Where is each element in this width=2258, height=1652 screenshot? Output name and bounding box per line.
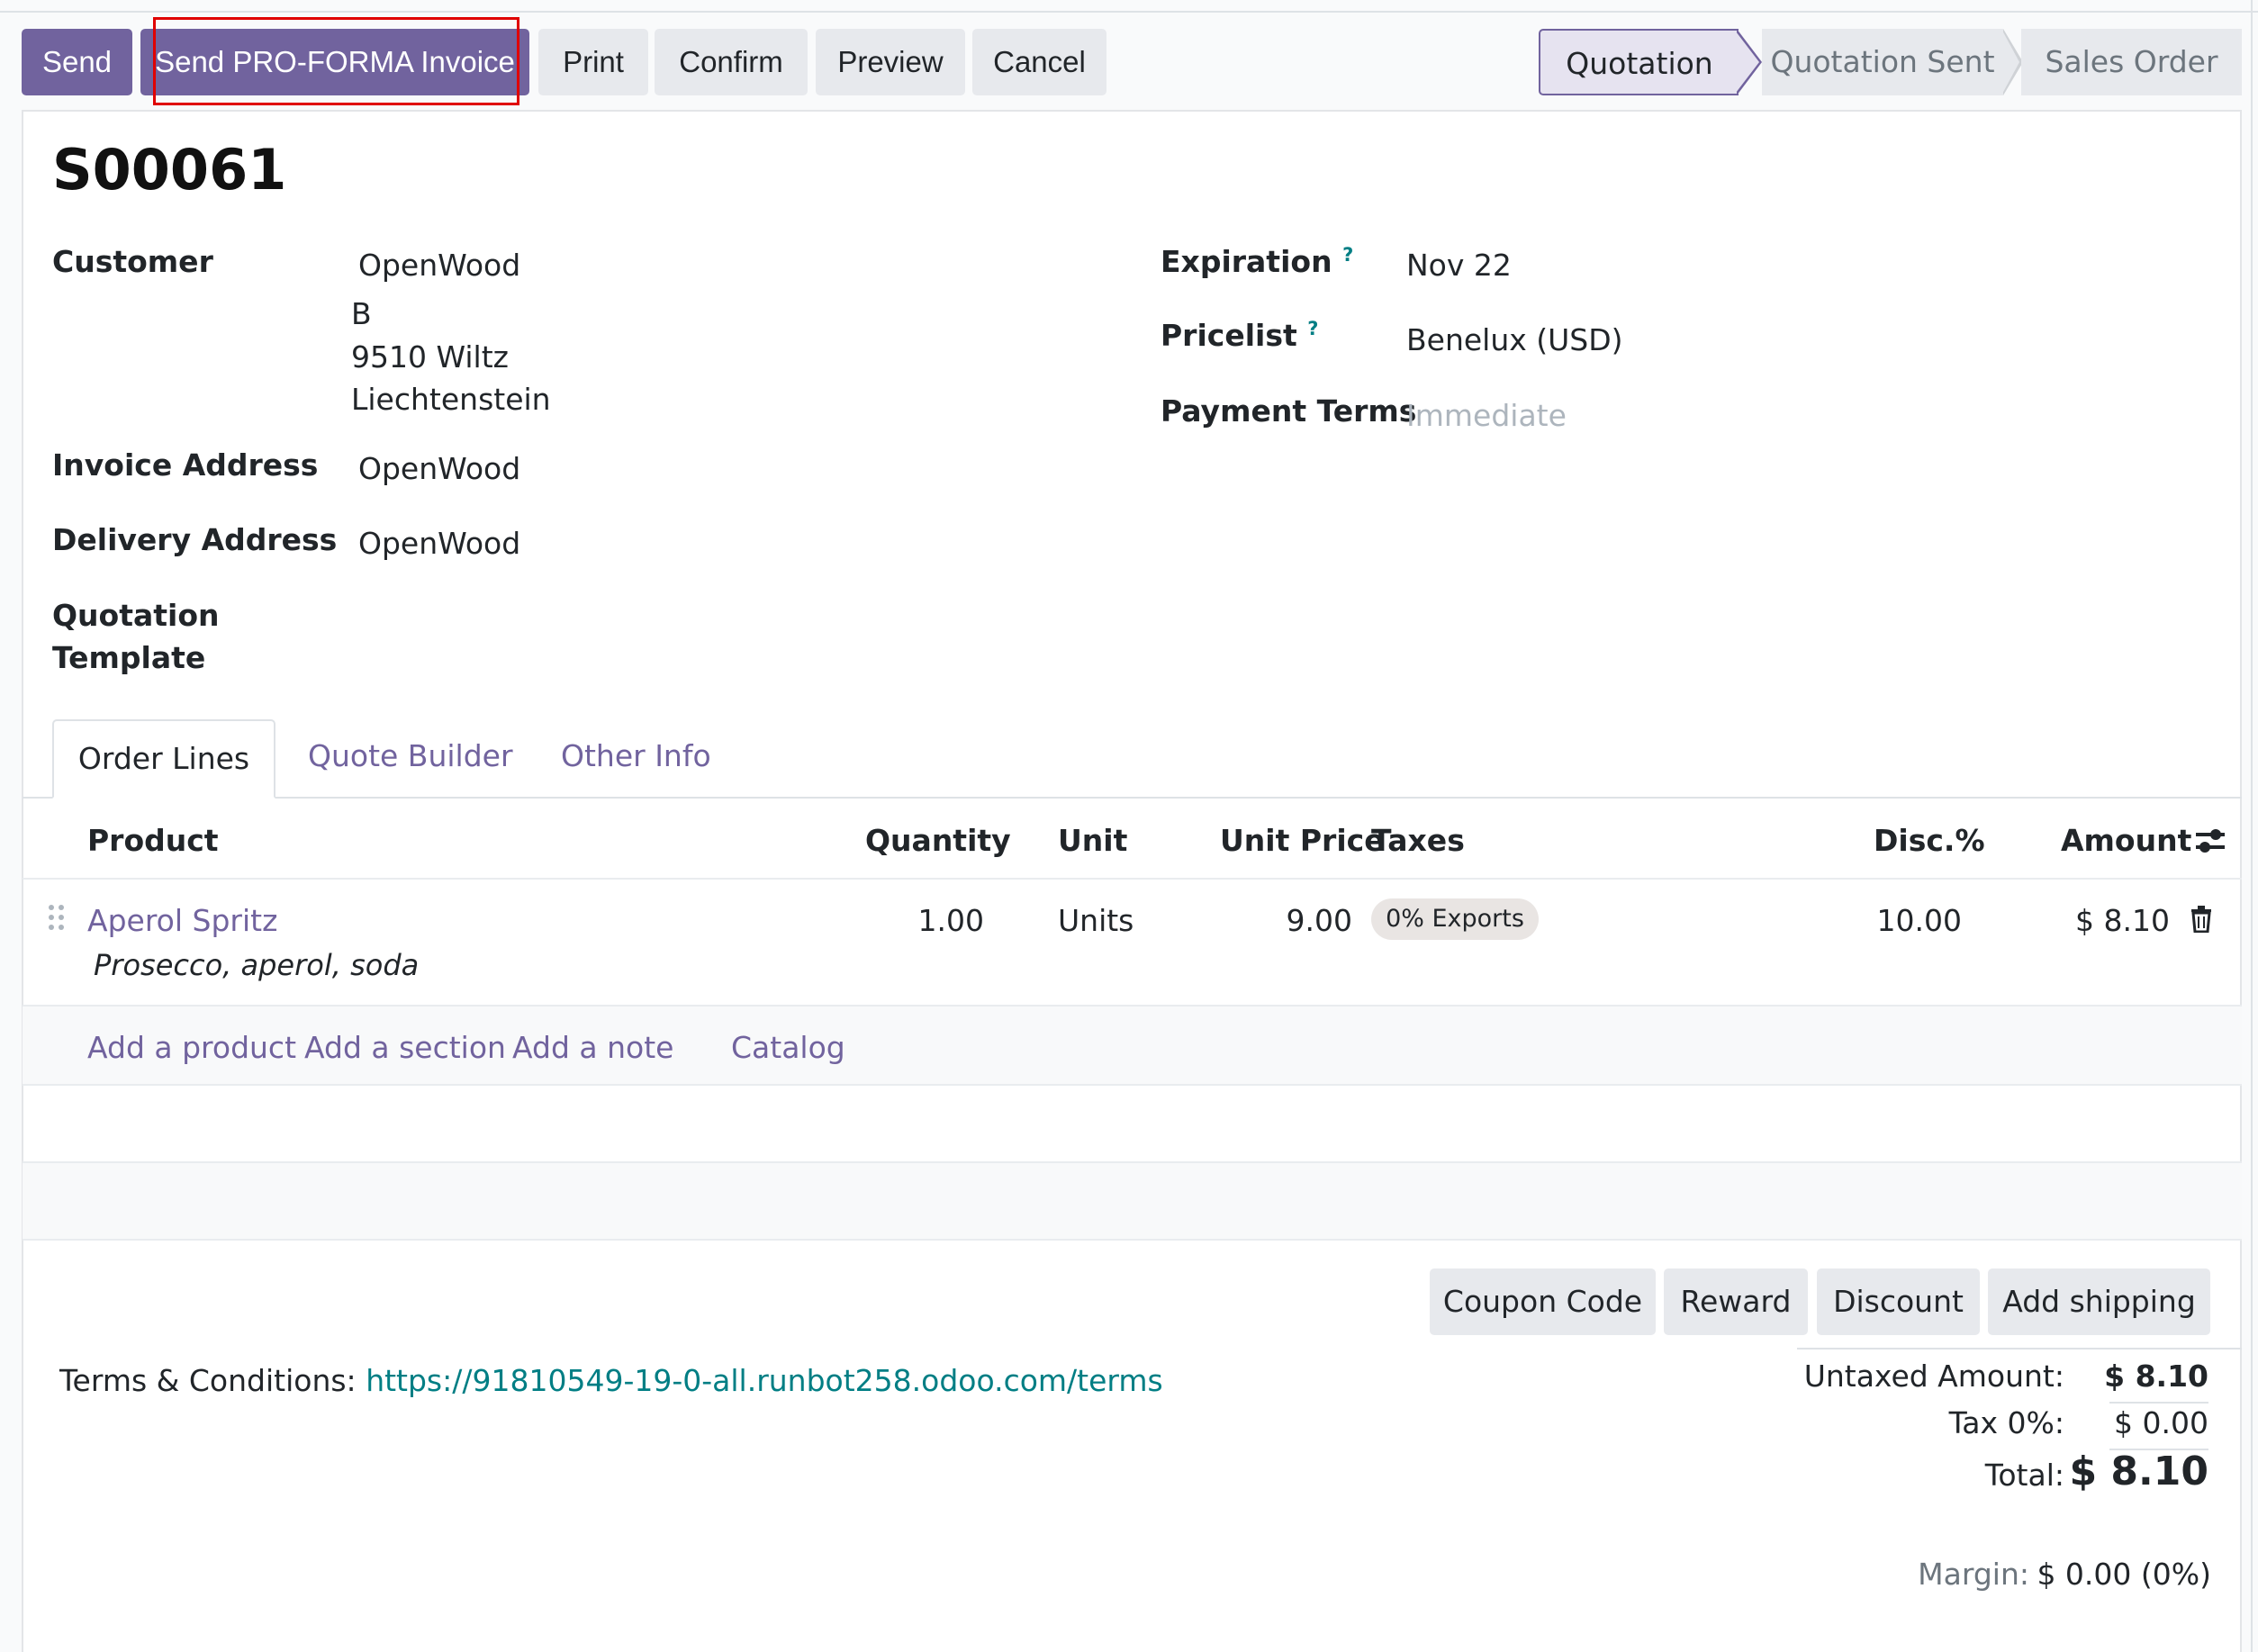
add-section-link[interactable]: Add a section — [304, 1030, 506, 1065]
margin-value: $ 0.00 (0%) — [2037, 1557, 2211, 1592]
untaxed-amount-label: Untaxed Amount: — [1803, 1359, 2064, 1394]
pricelist-label: Pricelist ? — [1161, 318, 1318, 353]
delivery-address-field[interactable]: OpenWood — [358, 526, 520, 561]
catalog-link[interactable]: Catalog — [731, 1030, 845, 1065]
line-discount[interactable]: 10.00 — [1874, 903, 1962, 938]
tabs-divider — [23, 797, 2242, 799]
empty-row — [23, 1163, 2242, 1241]
column-header-quantity[interactable]: Quantity — [865, 823, 1011, 858]
preview-button[interactable]: Preview — [816, 29, 965, 95]
send-button[interactable]: Send — [22, 29, 132, 95]
invoice-address-label: Invoice Address — [52, 447, 319, 483]
stage-quotation-sent[interactable]: Quotation Sent — [1762, 29, 2003, 95]
add-shipping-button[interactable]: Add shipping — [1988, 1268, 2210, 1335]
customer-address-line: Liechtenstein — [351, 382, 551, 417]
customer-address-line: B — [351, 296, 372, 331]
column-header-unit-price[interactable]: Unit Price — [1220, 823, 1385, 858]
column-header-amount[interactable]: Amount — [2061, 823, 2191, 858]
payment-terms-label: Payment Terms — [1161, 393, 1417, 429]
stage-arrow-fill — [1736, 32, 1759, 93]
empty-row — [23, 1086, 2242, 1163]
payment-terms-field[interactable]: Immediate — [1406, 398, 1567, 433]
add-product-link[interactable]: Add a product — [87, 1030, 296, 1065]
line-unit[interactable]: Units — [1058, 903, 1134, 938]
help-icon[interactable]: ? — [1342, 244, 1353, 266]
tax-value: $ 0.00 — [2114, 1405, 2208, 1440]
expiration-label-text: Expiration — [1161, 244, 1332, 279]
quotation-template-field[interactable] — [358, 598, 1079, 670]
expiration-label: Expiration ? — [1161, 244, 1353, 279]
quotation-template-label: Template — [52, 640, 206, 675]
stage-sales-order[interactable]: Sales Order — [2021, 29, 2242, 95]
terms-link[interactable]: https://91810549-19-0-all.runbot258.odoo… — [366, 1363, 1163, 1398]
cancel-button[interactable]: Cancel — [972, 29, 1106, 95]
trash-icon[interactable] — [2190, 906, 2212, 933]
delivery-address-label: Delivery Address — [52, 522, 338, 557]
coupon-code-button[interactable]: Coupon Code — [1430, 1268, 1656, 1335]
terms-conditions: Terms & Conditions: https://91810549-19-… — [59, 1363, 1163, 1398]
top-divider — [0, 0, 2258, 13]
line-amount: $ 8.10 — [2075, 903, 2170, 938]
tax-badge[interactable]: 0% Exports — [1371, 898, 1539, 940]
discount-button[interactable]: Discount — [1817, 1268, 1980, 1335]
total-value: $ 8.10 — [2069, 1449, 2209, 1494]
stage-separator-fill — [2001, 29, 2019, 95]
record-name: S00061 — [52, 137, 287, 203]
add-note-link[interactable]: Add a note — [512, 1030, 673, 1065]
line-unit-price[interactable]: 9.00 — [1220, 903, 1352, 938]
stage-quotation[interactable]: Quotation — [1539, 29, 1739, 95]
total-label: Total: — [1984, 1458, 2064, 1493]
tab-quote-builder[interactable]: Quote Builder — [308, 738, 513, 773]
column-header-unit[interactable]: Unit — [1058, 823, 1127, 858]
pricelist-label-text: Pricelist — [1161, 318, 1297, 353]
help-icon[interactable]: ? — [1307, 318, 1318, 339]
customer-address-line: 9510 Wiltz — [351, 339, 509, 375]
pricelist-field[interactable]: Benelux (USD) — [1406, 322, 1623, 357]
reward-button[interactable]: Reward — [1664, 1268, 1808, 1335]
line-description[interactable]: Prosecco, aperol, soda — [94, 948, 419, 982]
customer-field[interactable]: OpenWood — [358, 248, 520, 283]
line-quantity[interactable]: 1.00 — [865, 903, 984, 938]
terms-label: Terms & Conditions: — [59, 1363, 357, 1398]
column-header-discount[interactable]: Disc.% — [1874, 823, 1985, 858]
totals-divider — [1797, 1348, 2242, 1350]
tax-label: Tax 0%: — [1948, 1405, 2064, 1440]
margin-label: Margin: — [1918, 1557, 2029, 1592]
confirm-button[interactable]: Confirm — [655, 29, 808, 95]
line-product[interactable]: Aperol Spritz — [87, 903, 277, 938]
untaxed-amount-value: $ 8.10 — [2104, 1359, 2208, 1394]
table-header-divider — [23, 878, 2242, 880]
column-header-product[interactable]: Product — [87, 823, 219, 858]
send-proforma-invoice-button[interactable]: Send PRO-FORMA Invoice — [140, 29, 529, 95]
print-button[interactable]: Print — [538, 29, 648, 95]
optional-columns-icon[interactable] — [2194, 826, 2226, 856]
column-header-taxes[interactable]: Taxes — [1371, 823, 1465, 858]
totals-separator — [2109, 1402, 2208, 1404]
right-scrollbar-track[interactable] — [2251, 0, 2253, 1652]
invoice-address-field[interactable]: OpenWood — [358, 451, 520, 486]
tab-order-lines[interactable]: Order Lines — [52, 719, 275, 799]
expiration-field[interactable]: Nov 22 — [1406, 248, 1512, 283]
tab-other-info[interactable]: Other Info — [561, 738, 711, 773]
customer-label: Customer — [52, 244, 213, 279]
drag-handle-icon[interactable] — [47, 903, 67, 932]
quotation-template-label: Quotation — [52, 598, 220, 633]
